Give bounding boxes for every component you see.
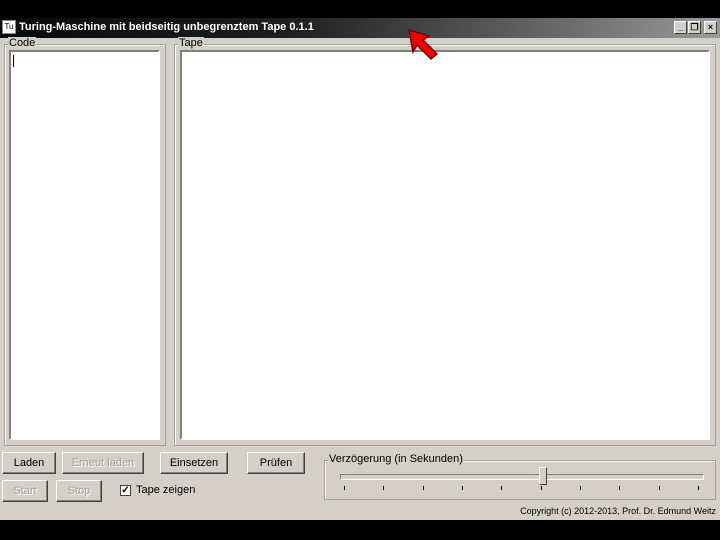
code-label: Code (8, 37, 37, 49)
slider-tick (383, 486, 385, 490)
slider-tick (422, 486, 424, 490)
status-bar: Copyright (c) 2012-2013, Prof. Dr. Edmun… (0, 506, 720, 518)
start-button[interactable]: Start (2, 480, 48, 502)
insert-button[interactable]: Einsetzen (160, 452, 228, 474)
slider-tick (658, 486, 660, 490)
slider-tick (501, 486, 503, 490)
minimize-button[interactable]: _ (674, 21, 687, 34)
slider-tick (619, 486, 621, 490)
slider-tick (580, 486, 581, 490)
title-bar[interactable]: Tu Turing-Maschine mit beidseitig unbegr… (0, 18, 720, 38)
window-title: Turing-Maschine mit beidseitig unbegrenz… (19, 21, 314, 33)
tape-display[interactable] (180, 50, 710, 440)
slider-tick (344, 486, 345, 490)
tape-zeigen-label: Tape zeigen (136, 484, 196, 496)
slider-track[interactable] (340, 474, 704, 480)
restore-button[interactable]: ❐ (688, 21, 701, 34)
close-button[interactable]: × (704, 21, 717, 34)
reload-button[interactable]: Erneut laden (62, 452, 144, 474)
slider-thumb[interactable] (538, 467, 547, 485)
mouse-pointer-icon (408, 28, 439, 61)
slider-tick (540, 486, 542, 490)
load-button[interactable]: Laden (2, 452, 56, 474)
slider-tick (698, 486, 699, 490)
slider-tick (462, 486, 463, 490)
checkmark-icon: ✓ (121, 485, 130, 496)
text-caret (13, 55, 14, 67)
app-icon[interactable]: Tu (2, 20, 16, 34)
stop-button[interactable]: Stop (56, 480, 102, 502)
delay-groupbox: Verzögerung (in Sekunden) (324, 453, 716, 500)
tape-zeigen-checkbox[interactable]: ✓ (120, 485, 131, 496)
delay-label: Verzögerung (in Sekunden) (328, 453, 464, 465)
tape-label: Tape (178, 37, 204, 49)
bottom-strip (0, 520, 720, 540)
check-button[interactable]: Prüfen (247, 452, 305, 474)
code-editor[interactable] (9, 50, 160, 440)
copyright-text: Copyright (c) 2012-2013, Prof. Dr. Edmun… (520, 506, 716, 516)
